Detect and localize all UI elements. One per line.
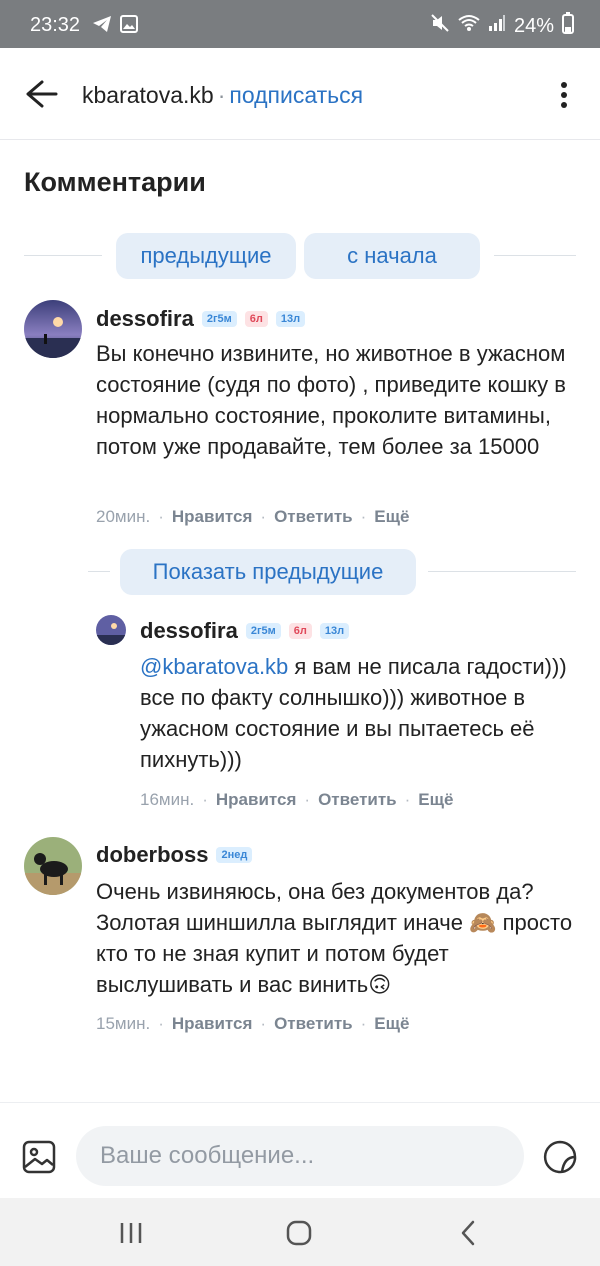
comment-item: doberboss 2нед Очень извиняюсь, она без … bbox=[0, 834, 600, 1044]
subscribe-link[interactable]: подписаться bbox=[229, 82, 363, 108]
user-mention[interactable]: @kbaratova.kb bbox=[140, 654, 288, 679]
from-start-button[interactable]: с начала bbox=[304, 233, 480, 279]
divider bbox=[88, 571, 110, 572]
home-icon bbox=[286, 1220, 312, 1246]
like-button[interactable]: Нравится bbox=[172, 1014, 253, 1034]
status-time: 23:32 bbox=[30, 14, 81, 36]
image-icon bbox=[22, 1140, 56, 1174]
comment-text: Вы конечно извините, но животное в ужасн… bbox=[96, 341, 566, 459]
status-bar: 23:32 24% bbox=[0, 0, 600, 48]
comments-navigation: предыдущие с начала bbox=[0, 233, 600, 279]
chevron-left-icon bbox=[461, 1220, 475, 1246]
divider bbox=[428, 571, 576, 572]
more-button[interactable]: Ещё bbox=[374, 1014, 409, 1034]
back-button[interactable] bbox=[22, 76, 62, 112]
comment-author[interactable]: doberboss bbox=[96, 842, 208, 868]
arrow-left-icon bbox=[26, 80, 58, 108]
status-badge: 13л bbox=[319, 623, 350, 639]
more-vertical-icon bbox=[561, 82, 567, 108]
comment-time: 20мин. bbox=[96, 507, 151, 526]
top-app-bar: kbaratova.kb · подписаться bbox=[0, 48, 600, 140]
wifi-icon bbox=[458, 14, 480, 38]
comment-meta: 15мин. · Нравится · Ответить · Ещё bbox=[96, 1014, 410, 1034]
like-button[interactable]: Нравится bbox=[172, 507, 253, 527]
comment-reply: dessofira 2г5м 6л 13л @kbaratova.kb я ва… bbox=[0, 612, 600, 818]
page-title: Комментарии bbox=[24, 167, 206, 197]
avatar[interactable] bbox=[96, 615, 126, 645]
status-badge: 2г5м bbox=[201, 311, 237, 327]
post-author[interactable]: kbaratova.kb bbox=[82, 82, 214, 108]
comment-text: @kbaratova.kb я вам не писала гадости)))… bbox=[140, 651, 580, 775]
signal-icon bbox=[488, 14, 506, 38]
status-badge: 2нед bbox=[216, 847, 253, 863]
show-previous-row: Показать предыдущие bbox=[0, 549, 600, 595]
header-separator: · bbox=[217, 82, 226, 108]
more-button[interactable]: Ещё bbox=[374, 507, 409, 527]
more-options-button[interactable] bbox=[552, 80, 576, 110]
telegram-icon bbox=[92, 15, 112, 38]
comment-meta: 20мин. · Нравится · Ответить · Ещё bbox=[96, 507, 410, 527]
recent-apps-button[interactable] bbox=[116, 1218, 146, 1248]
attach-image-button[interactable] bbox=[22, 1140, 56, 1174]
like-button[interactable]: Нравится bbox=[216, 790, 297, 810]
divider bbox=[24, 255, 102, 256]
more-button[interactable]: Ещё bbox=[418, 790, 453, 810]
previous-comments-button[interactable]: предыдущие bbox=[116, 233, 296, 279]
status-badge: 6л bbox=[288, 623, 312, 639]
reply-button[interactable]: Ответить bbox=[274, 507, 353, 527]
comment-item: dessofira 2г5м 6л 13л Вы конечно извинит… bbox=[0, 298, 600, 534]
status-badge: 13л bbox=[275, 311, 306, 327]
status-badge: 6л bbox=[244, 311, 268, 327]
home-button[interactable] bbox=[284, 1218, 314, 1248]
battery-icon bbox=[562, 12, 574, 40]
system-back-button[interactable] bbox=[454, 1218, 484, 1248]
comment-time: 15мин. bbox=[96, 1014, 151, 1033]
comment-author[interactable]: dessofira bbox=[96, 306, 194, 332]
battery-level: 24% bbox=[513, 14, 554, 37]
avatar[interactable] bbox=[24, 837, 82, 895]
divider bbox=[494, 255, 576, 256]
comment-text: Очень извиняюсь, она без документов да? … bbox=[96, 879, 573, 997]
post-header: kbaratova.kb · подписаться bbox=[82, 82, 363, 109]
reply-button[interactable]: Ответить bbox=[318, 790, 397, 810]
status-badge: 2г5м bbox=[245, 623, 281, 639]
sticker-button[interactable] bbox=[542, 1139, 578, 1175]
comment-author[interactable]: dessofira bbox=[140, 618, 238, 644]
gallery-icon bbox=[120, 15, 138, 38]
sticker-icon bbox=[543, 1140, 577, 1174]
comment-time: 16мин. bbox=[140, 790, 195, 809]
recents-icon bbox=[120, 1223, 142, 1243]
comment-meta: 16мин. · Нравится · Ответить · Ещё bbox=[140, 790, 454, 810]
show-previous-button[interactable]: Показать предыдущие bbox=[120, 549, 416, 595]
mute-icon bbox=[430, 13, 450, 39]
message-input[interactable] bbox=[76, 1126, 524, 1186]
system-navigation-bar bbox=[0, 1198, 600, 1266]
reply-button[interactable]: Ответить bbox=[274, 1014, 353, 1034]
avatar[interactable] bbox=[24, 300, 82, 358]
message-composer bbox=[0, 1102, 600, 1198]
